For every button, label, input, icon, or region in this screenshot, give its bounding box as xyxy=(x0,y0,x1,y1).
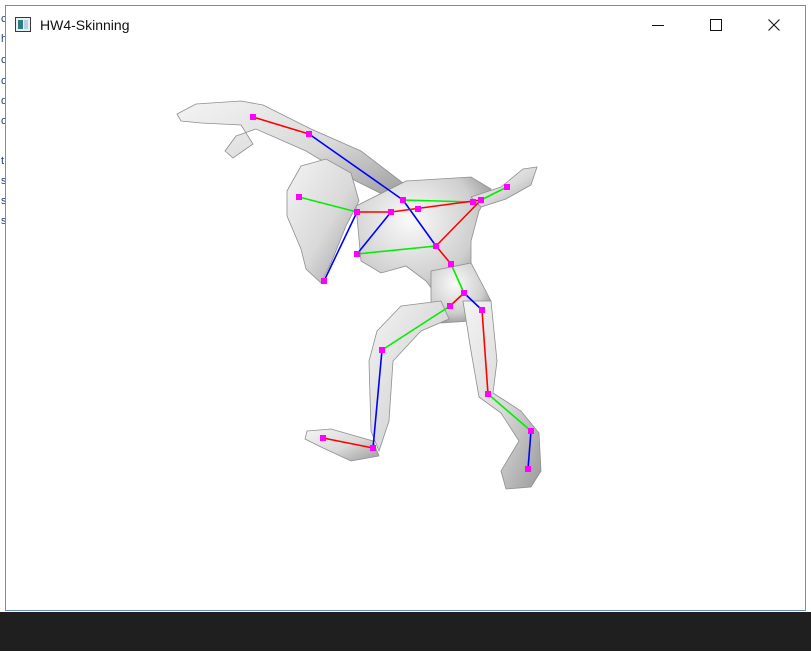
joint xyxy=(447,303,453,309)
joint xyxy=(320,435,326,441)
skeleton-joints xyxy=(250,114,534,472)
joint xyxy=(306,131,312,137)
joint xyxy=(400,197,406,203)
joint xyxy=(470,199,476,205)
render-viewport[interactable] xyxy=(6,44,805,610)
joint xyxy=(321,278,327,284)
joint xyxy=(354,209,360,215)
joint xyxy=(433,243,439,249)
joint xyxy=(379,347,385,353)
joint xyxy=(415,206,421,212)
joint xyxy=(370,445,376,451)
joint xyxy=(388,209,394,215)
app-window: HW4-Skinning xyxy=(5,5,806,611)
joint xyxy=(478,197,484,203)
joint xyxy=(448,261,454,267)
skeleton-bones xyxy=(252,116,532,470)
skinned-character-scene xyxy=(176,100,542,490)
joint xyxy=(296,194,302,200)
joint xyxy=(528,428,534,434)
joint xyxy=(525,466,531,472)
joint xyxy=(250,114,256,120)
joint xyxy=(354,251,360,257)
joint xyxy=(461,290,467,296)
joint xyxy=(504,184,510,190)
joint xyxy=(485,391,491,397)
character-mesh xyxy=(176,100,542,490)
joint xyxy=(479,307,485,313)
